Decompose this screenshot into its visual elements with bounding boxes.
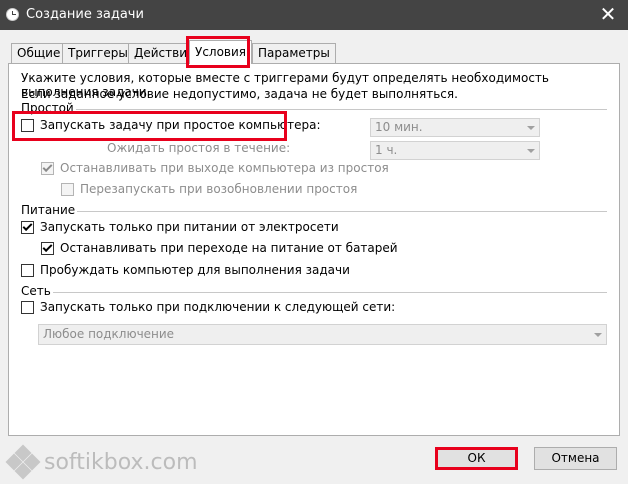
- clock-icon: [6, 8, 19, 21]
- wait-duration-value: 1 ч.: [375, 143, 398, 157]
- chevron-down-icon: [522, 142, 539, 159]
- wake-row[interactable]: Пробуждать компьютер для выполнения зада…: [21, 263, 350, 277]
- network-combo-value: Любое подключение: [43, 327, 175, 341]
- network-section-divider: [50, 292, 607, 293]
- tab-triggers[interactable]: Триггеры: [62, 43, 134, 63]
- idle-section-divider: [22, 109, 607, 110]
- wake-checkbox[interactable]: [21, 263, 34, 277]
- tab-general[interactable]: Общие: [11, 43, 67, 63]
- window-title: Создание задачи: [26, 7, 144, 22]
- only-network-row[interactable]: Запускать только при подключении к следу…: [21, 300, 395, 314]
- wake-label: Пробуждать компьютер для выполнения зада…: [40, 263, 350, 277]
- stop-on-idle-end-checkbox[interactable]: [41, 161, 54, 175]
- restart-on-idle-checkbox[interactable]: [61, 182, 74, 196]
- title-bar: Создание задачи ✕: [0, 0, 628, 30]
- restart-on-idle-row[interactable]: Перезапускать при возобновлении простоя: [61, 182, 357, 196]
- chevron-down-icon: [522, 119, 539, 136]
- power-section-divider: [72, 211, 607, 212]
- idle-duration-value: 10 мин.: [375, 120, 423, 134]
- stop-on-battery-label: Останавливать при переходе на питание от…: [60, 241, 398, 255]
- cancel-button[interactable]: Отмена: [534, 447, 617, 470]
- idle-duration-combo[interactable]: 10 мин.: [370, 118, 540, 137]
- wait-duration-combo[interactable]: 1 ч.: [370, 141, 540, 160]
- ac-only-row[interactable]: Запускать только при питании от электрос…: [21, 220, 339, 234]
- stop-on-battery-checkbox[interactable]: [41, 241, 54, 255]
- network-combo[interactable]: Любое подключение: [38, 324, 607, 345]
- tab-settings[interactable]: Параметры: [252, 43, 336, 63]
- watermark-text: softikbox.com: [44, 449, 198, 475]
- ac-only-checkbox[interactable]: [21, 220, 34, 234]
- network-section-label: Сеть: [21, 284, 53, 298]
- stop-on-idle-end-row[interactable]: Останавливать при выходе компьютера из п…: [41, 161, 389, 175]
- chevron-down-icon: [589, 325, 606, 344]
- description-line-2: Если заданное условие недопустимо, задач…: [21, 87, 458, 101]
- restart-on-idle-label: Перезапускать при возобновлении простоя: [80, 182, 358, 196]
- watermark: softikbox.com: [5, 444, 198, 480]
- power-section-label: Питание: [21, 203, 78, 217]
- close-button[interactable]: ✕: [588, 0, 628, 30]
- only-network-label: Запускать только при подключении к следу…: [40, 300, 396, 314]
- wait-idle-label: Ожидать простоя в течение:: [107, 141, 291, 155]
- only-network-checkbox[interactable]: [21, 300, 34, 314]
- watermark-logo-icon: [5, 444, 41, 480]
- tab-highlight-box: [186, 36, 250, 68]
- ok-button[interactable]: ОК: [435, 447, 518, 470]
- stop-on-battery-row[interactable]: Останавливать при переходе на питание от…: [41, 241, 398, 255]
- idle-highlight-box: [12, 111, 287, 141]
- ac-only-label: Запускать только при питании от электрос…: [40, 220, 339, 234]
- stop-on-idle-end-label: Останавливать при выходе компьютера из п…: [60, 161, 389, 175]
